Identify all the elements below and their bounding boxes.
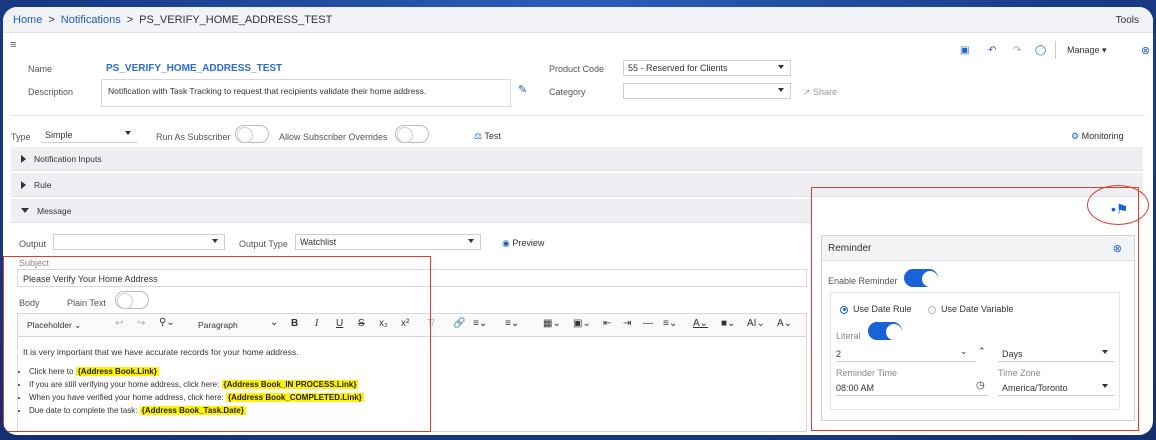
- table-icon[interactable]: ▦⌄: [543, 318, 561, 329]
- close-icon[interactable]: ⊗: [1141, 44, 1150, 57]
- allow-overrides-toggle[interactable]: [395, 125, 429, 143]
- font-size-icon[interactable]: AI⌄: [747, 318, 765, 329]
- output-type-select[interactable]: Watchlist: [295, 234, 481, 250]
- link-icon[interactable]: 🔗: [453, 318, 465, 329]
- run-as-subscriber-label: Run As Subscriber: [156, 132, 231, 142]
- category-label: Category: [549, 87, 586, 97]
- caret-right-icon: [21, 180, 26, 189]
- category-select[interactable]: [623, 83, 791, 99]
- type-select[interactable]: Simple: [41, 127, 137, 143]
- product-code-label: Product Code: [549, 64, 605, 74]
- output-type-label: Output Type: [239, 239, 288, 249]
- chevron-down-icon: [125, 131, 131, 135]
- name-value[interactable]: PS_VERIFY_HOME_ADDRESS_TEST: [106, 63, 282, 74]
- outdent-icon[interactable]: ⇤: [603, 318, 611, 329]
- preview-button[interactable]: ◉ Preview: [502, 238, 544, 249]
- section-notification-inputs[interactable]: Notification Inputs: [11, 147, 1143, 171]
- divider: [11, 115, 1145, 116]
- align-icon[interactable]: ≡⌄: [663, 318, 677, 329]
- share-link[interactable]: ↗ Share: [803, 87, 837, 98]
- undo-icon[interactable]: ↶: [988, 45, 996, 56]
- type-label: Type: [11, 132, 31, 142]
- output-select[interactable]: [53, 234, 225, 250]
- allow-overrides-label: Allow Subscriber Overrides: [279, 132, 388, 142]
- monitoring-button[interactable]: ⚙ Monitoring: [1071, 131, 1124, 142]
- breadcrumb-notifications[interactable]: Notifications: [61, 14, 121, 26]
- test-button[interactable]: ⚖ Test: [474, 131, 501, 142]
- section-message[interactable]: Message: [11, 199, 811, 223]
- breadcrumb: Home > Notifications > PS_VERIFY_HOME_AD…: [3, 7, 1153, 33]
- highlight-color-icon[interactable]: ■⌄: [721, 318, 735, 329]
- annotation-box-message: [3, 256, 431, 432]
- horizontal-rule-icon[interactable]: —: [643, 318, 653, 329]
- breadcrumb-home[interactable]: Home: [13, 14, 42, 26]
- description-field[interactable]: Notification with Task Tracking to reque…: [101, 79, 511, 107]
- image-icon[interactable]: ▣⌄: [573, 318, 591, 329]
- flask-icon: ⚖: [474, 131, 483, 141]
- annotation-box-reminder: [811, 187, 1139, 431]
- hamburger-icon[interactable]: ≡: [10, 39, 16, 51]
- more-icon[interactable]: A⌄: [777, 318, 792, 329]
- numbered-list-icon[interactable]: ≡⌄: [505, 318, 519, 329]
- run-as-subscriber-toggle[interactable]: [235, 125, 269, 143]
- manage-button[interactable]: Manage ▾: [1067, 45, 1107, 56]
- tools-menu[interactable]: Tools: [1116, 15, 1139, 26]
- gear-icon: ⚙: [1071, 131, 1080, 141]
- font-color-icon[interactable]: A⌄: [693, 318, 708, 329]
- save-icon[interactable]: ▣: [960, 45, 969, 56]
- edit-pencil-icon[interactable]: ✎: [518, 83, 527, 96]
- discard-icon[interactable]: ◯: [1035, 45, 1046, 56]
- caret-right-icon: [21, 154, 26, 163]
- bullet-list-icon[interactable]: ≡⌄: [473, 318, 487, 329]
- indent-icon[interactable]: ⇥: [623, 318, 631, 329]
- name-label: Name: [28, 64, 53, 74]
- chevron-down-icon: [468, 239, 474, 243]
- breadcrumb-current: PS_VERIFY_HOME_ADDRESS_TEST: [139, 13, 333, 26]
- app-window: Home > Notifications > PS_VERIFY_HOME_AD…: [3, 7, 1153, 435]
- toolbar-divider: [1055, 41, 1056, 59]
- chevron-down-icon: [778, 88, 784, 92]
- caret-down-icon: [21, 208, 29, 213]
- product-code-select[interactable]: 55 - Reserved for Clients: [623, 60, 791, 76]
- output-label: Output: [19, 239, 47, 249]
- redo-icon[interactable]: ↷: [1013, 45, 1021, 56]
- chevron-down-icon: [212, 239, 218, 243]
- description-label: Description: [28, 87, 74, 97]
- chevron-down-icon: [778, 65, 784, 69]
- binoculars-icon: ◉: [502, 238, 510, 248]
